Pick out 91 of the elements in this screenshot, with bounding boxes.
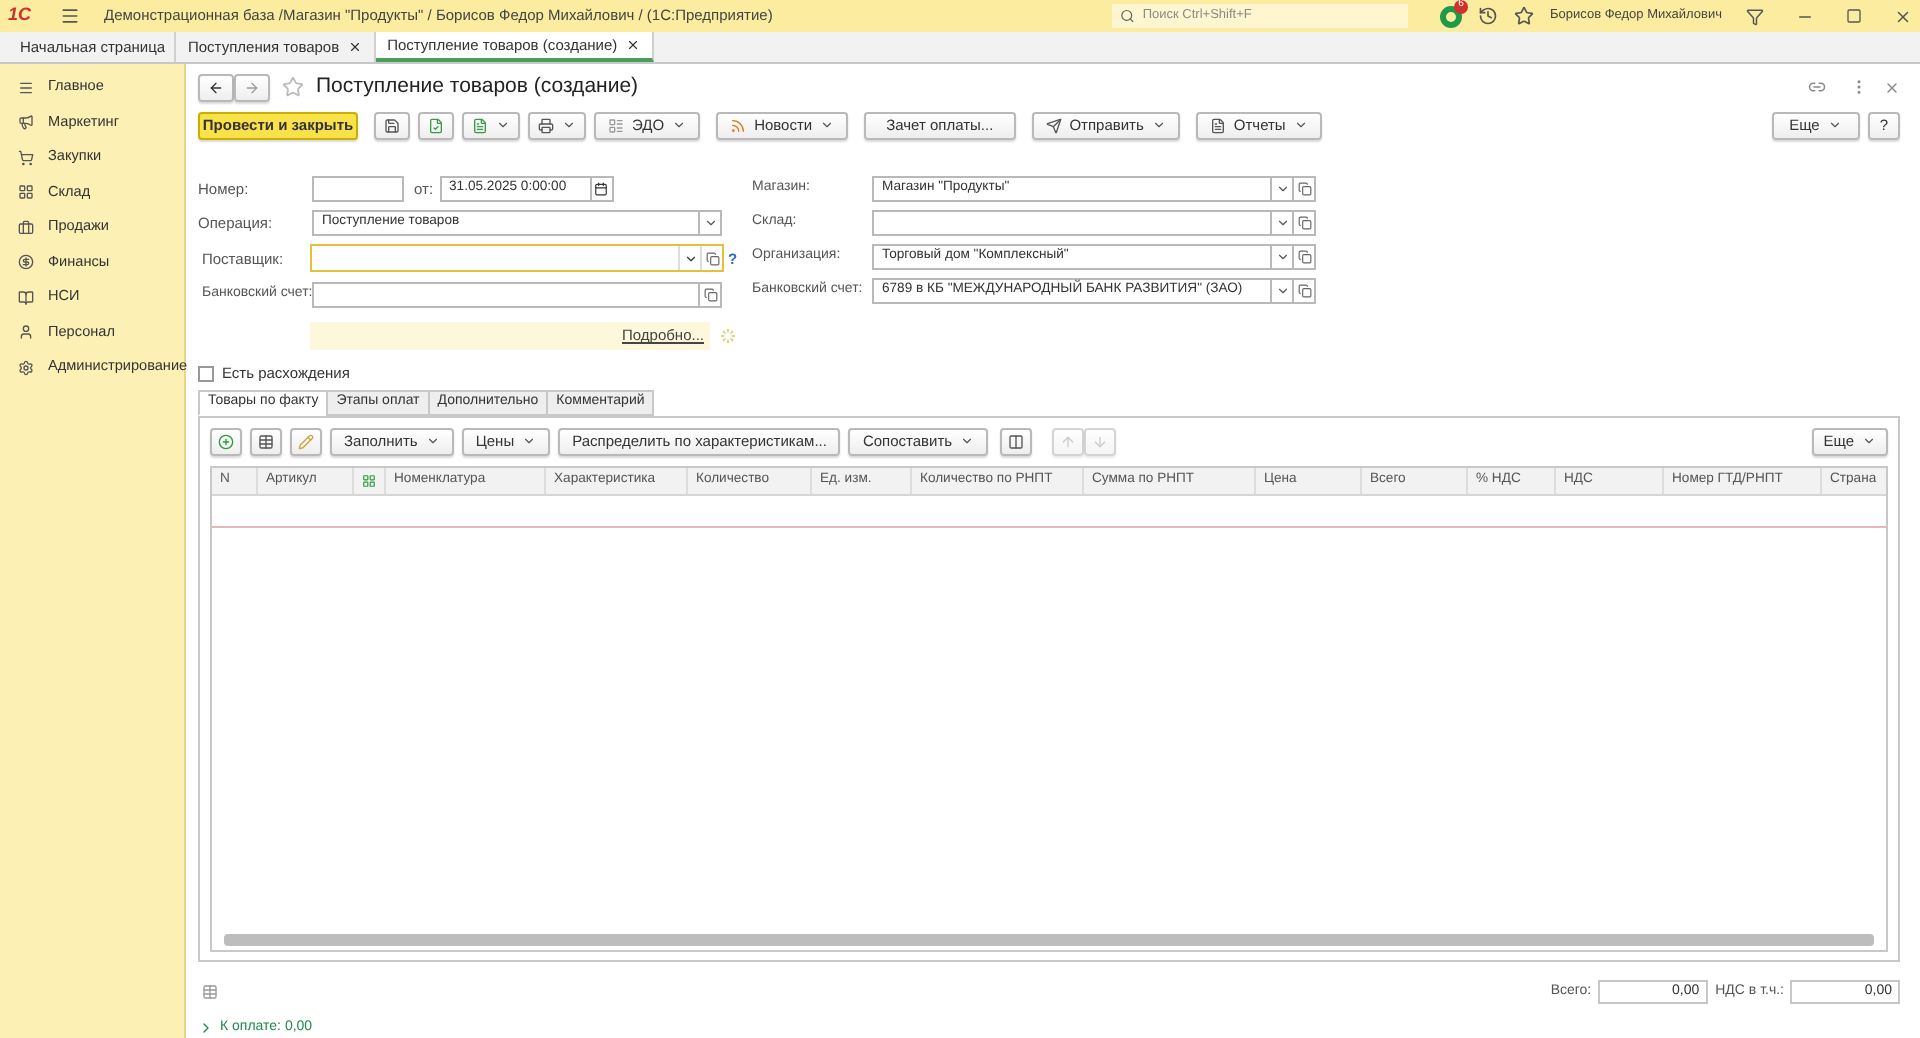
caret-icon bbox=[562, 118, 576, 133]
open-button[interactable] bbox=[1294, 243, 1316, 270]
spinner-icon bbox=[720, 327, 736, 344]
caret-icon bbox=[522, 434, 537, 449]
open-button[interactable] bbox=[1294, 209, 1316, 236]
toolbar-button[interactable] bbox=[250, 427, 282, 456]
number-field[interactable] bbox=[312, 175, 404, 202]
open-button[interactable] bbox=[1294, 277, 1316, 304]
field[interactable] bbox=[872, 209, 1272, 236]
dropdown-button[interactable] bbox=[1272, 175, 1294, 202]
dropdown-button[interactable] bbox=[1272, 243, 1294, 270]
dropdown-button[interactable] bbox=[700, 209, 722, 236]
copy-icon bbox=[1297, 181, 1311, 196]
table-icon bbox=[258, 433, 274, 450]
close-icon[interactable] bbox=[1894, 7, 1912, 25]
toolbar-button[interactable] bbox=[374, 111, 410, 140]
dropdown-button[interactable] bbox=[1272, 209, 1294, 236]
filter-icon[interactable] bbox=[1746, 7, 1764, 25]
caret-icon bbox=[425, 434, 440, 449]
columns-icon bbox=[1008, 433, 1025, 450]
dropdown-button[interactable] bbox=[1272, 277, 1294, 304]
bank-account-field[interactable] bbox=[312, 281, 700, 308]
history-icon[interactable] bbox=[1478, 6, 1498, 26]
arrow-down-icon bbox=[1092, 433, 1109, 450]
settings-icon bbox=[18, 359, 34, 376]
caret-icon bbox=[672, 118, 687, 133]
open-button[interactable] bbox=[700, 281, 722, 308]
copy-icon bbox=[703, 287, 717, 302]
caret-icon bbox=[1293, 118, 1308, 133]
star-icon[interactable] bbox=[1514, 6, 1534, 26]
caret-icon bbox=[1862, 434, 1876, 449]
menu-icon[interactable] bbox=[60, 6, 80, 26]
menu-icon bbox=[18, 79, 34, 96]
close-icon[interactable] bbox=[347, 40, 362, 54]
link-icon[interactable] bbox=[1808, 78, 1826, 97]
caret-icon bbox=[1275, 215, 1289, 230]
pencil-icon bbox=[298, 433, 314, 450]
copy-icon bbox=[1297, 215, 1311, 230]
maximize-icon[interactable] bbox=[1846, 8, 1862, 24]
arrow-up-icon bbox=[1060, 433, 1077, 450]
plus-icon bbox=[218, 433, 234, 450]
caret-icon bbox=[683, 251, 697, 266]
toolbar-button[interactable] bbox=[528, 111, 586, 140]
document-icon bbox=[472, 117, 488, 134]
caret-icon bbox=[1275, 249, 1289, 264]
grid-icon bbox=[18, 184, 34, 201]
copy-icon bbox=[1297, 249, 1311, 264]
back-button[interactable] bbox=[198, 73, 234, 102]
printer-icon bbox=[538, 117, 554, 134]
person-icon bbox=[18, 324, 34, 341]
cart-icon bbox=[18, 149, 34, 166]
copy-icon bbox=[705, 251, 719, 266]
supplier-field[interactable] bbox=[310, 244, 724, 273]
toolbar-button[interactable] bbox=[1000, 427, 1033, 456]
arrow-left-icon bbox=[208, 79, 224, 96]
save-icon bbox=[384, 117, 400, 134]
open-button[interactable] bbox=[1294, 175, 1316, 202]
caret-icon bbox=[1151, 118, 1166, 133]
caret-icon bbox=[1827, 118, 1842, 133]
logo: 1С bbox=[8, 2, 34, 29]
caret-icon bbox=[496, 118, 510, 133]
book-icon bbox=[18, 289, 34, 306]
caret-icon bbox=[960, 434, 975, 449]
list-icon bbox=[608, 117, 624, 134]
caret-icon bbox=[703, 215, 717, 230]
calendar-button[interactable] bbox=[591, 175, 614, 202]
coin-icon bbox=[18, 254, 34, 271]
toolbar-button[interactable] bbox=[418, 111, 454, 140]
table-icon[interactable] bbox=[202, 984, 218, 1001]
chevron-right-icon bbox=[198, 1019, 214, 1036]
search-icon bbox=[1120, 8, 1135, 24]
copy-icon bbox=[1297, 283, 1311, 298]
caret-icon bbox=[1275, 181, 1289, 196]
star-icon[interactable] bbox=[282, 76, 304, 99]
document-icon bbox=[1209, 117, 1226, 134]
close-icon[interactable] bbox=[625, 38, 640, 52]
rss-icon bbox=[730, 117, 747, 134]
toolbar-button[interactable] bbox=[462, 111, 520, 140]
grid-icon bbox=[362, 473, 376, 488]
scrollbar[interactable] bbox=[224, 933, 1874, 946]
checkbox[interactable] bbox=[198, 365, 214, 382]
send-icon bbox=[1045, 117, 1062, 134]
caret-icon bbox=[1275, 283, 1289, 298]
megaphone-icon bbox=[18, 114, 34, 131]
document-check-icon bbox=[428, 117, 444, 134]
arrow-right-icon bbox=[244, 79, 260, 96]
form-title: Поступление товаров (создание) bbox=[316, 72, 639, 103]
toolbar-button[interactable] bbox=[210, 427, 242, 456]
briefcase-icon bbox=[18, 219, 34, 236]
caret-icon bbox=[820, 118, 835, 133]
calendar-icon bbox=[594, 181, 609, 196]
